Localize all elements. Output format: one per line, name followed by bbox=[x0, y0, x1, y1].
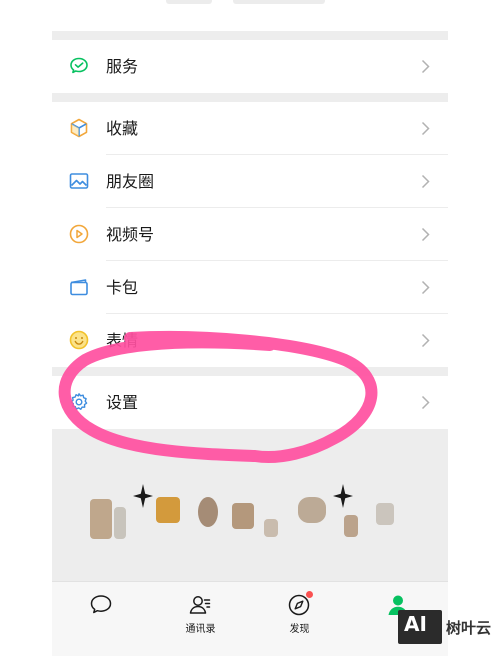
menu-item-channels[interactable]: 视频号 bbox=[52, 208, 448, 261]
wechat-pay-icon bbox=[70, 57, 88, 74]
sticker-thumbnail bbox=[344, 515, 358, 537]
wallet-icon bbox=[70, 279, 88, 296]
sticker-thumbnail bbox=[232, 503, 254, 529]
watermark-logo: AI bbox=[398, 610, 442, 644]
me-screen: 服务 收藏 朋友圈 视频号 卡包 表情 设置 通讯录 发现 bbox=[52, 31, 448, 656]
top-bar-fragment bbox=[166, 0, 212, 4]
menu-item-settings[interactable]: 设置 bbox=[52, 376, 448, 429]
section-gap bbox=[52, 367, 448, 376]
tab-chats[interactable] bbox=[52, 582, 151, 656]
chevron-right-icon bbox=[421, 227, 430, 242]
watermark-text: 树叶云 bbox=[446, 619, 492, 637]
play-circle-icon bbox=[69, 224, 89, 244]
menu-item-cards[interactable]: 卡包 bbox=[52, 261, 448, 314]
bottom-tab-bar: 通讯录 发现 bbox=[52, 581, 448, 656]
sticker-thumbnail bbox=[198, 497, 218, 527]
menu-item-favorites[interactable]: 收藏 bbox=[52, 102, 448, 155]
menu-item-label: 表情 bbox=[106, 331, 139, 350]
section-gap bbox=[52, 31, 448, 40]
cube-icon bbox=[70, 118, 88, 138]
menu-item-stickers[interactable]: 表情 bbox=[52, 314, 448, 367]
chevron-right-icon bbox=[421, 280, 430, 295]
sticker-thumbnail bbox=[156, 497, 180, 523]
section-gap bbox=[52, 93, 448, 102]
status-area bbox=[0, 0, 500, 31]
menu-item-label: 朋友圈 bbox=[106, 172, 155, 191]
sticker-thumbnail bbox=[376, 503, 394, 525]
tab-contacts[interactable]: 通讯录 bbox=[151, 582, 250, 656]
menu-item-label: 设置 bbox=[106, 393, 139, 412]
sticker-thumbnail bbox=[264, 519, 278, 537]
menu-item-moments[interactable]: 朋友圈 bbox=[52, 155, 448, 208]
menu-item-label: 视频号 bbox=[106, 225, 155, 244]
top-bar-fragment bbox=[233, 0, 325, 4]
sparkle-icon bbox=[133, 484, 153, 508]
sticker-banner bbox=[52, 429, 448, 581]
sparkle-icon bbox=[333, 484, 353, 508]
tab-discover[interactable]: 发现 bbox=[250, 582, 349, 656]
sticker-thumbnail bbox=[298, 497, 326, 523]
menu-item-label: 卡包 bbox=[106, 278, 139, 297]
sticker-thumbnail bbox=[90, 499, 112, 539]
menu-item-label: 服务 bbox=[106, 57, 139, 76]
chevron-right-icon bbox=[421, 174, 430, 189]
chevron-right-icon bbox=[421, 395, 430, 410]
notification-dot bbox=[306, 591, 313, 598]
gear-icon bbox=[70, 393, 88, 410]
watermark: AI 树叶云 bbox=[398, 610, 494, 644]
contacts-icon bbox=[189, 596, 211, 614]
menu-item-label: 收藏 bbox=[106, 119, 139, 138]
image-icon bbox=[69, 173, 89, 189]
sticker-thumbnail bbox=[114, 507, 126, 539]
tab-label: 发现 bbox=[289, 624, 310, 635]
tab-label: 通讯录 bbox=[185, 624, 216, 635]
chat-bubble-icon bbox=[90, 595, 112, 614]
smiley-icon bbox=[69, 330, 89, 350]
chevron-right-icon bbox=[421, 59, 430, 74]
chevron-right-icon bbox=[421, 333, 430, 348]
menu-item-services[interactable]: 服务 bbox=[52, 40, 448, 93]
chevron-right-icon bbox=[421, 121, 430, 136]
watermark-logo-text: AI bbox=[404, 612, 427, 636]
